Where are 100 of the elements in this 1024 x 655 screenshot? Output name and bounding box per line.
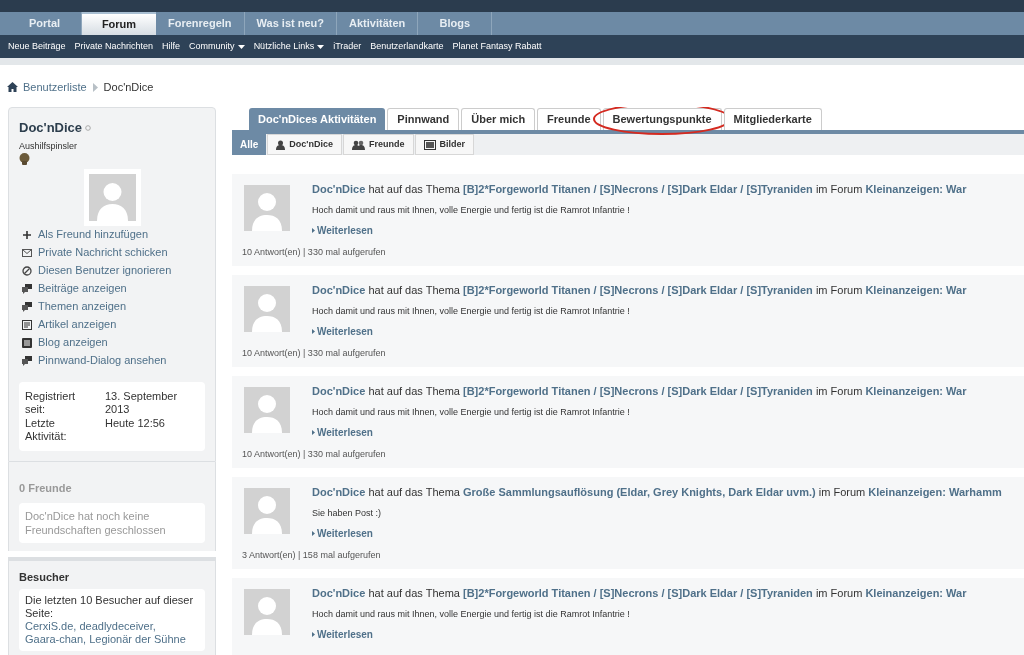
activity-snippet: Hoch damit und raus mit Ihnen, volle Energie und fertig ist die Ramrot Infantrie ! — [312, 405, 631, 419]
read-more-link[interactable]: Weiterlesen — [317, 324, 373, 339]
activity-text: hat auf das Thema — [367, 283, 461, 298]
activity-text: im Forum — [814, 182, 864, 197]
avatar — [244, 488, 290, 534]
action-link[interactable]: Diesen Benutzer ignorieren — [38, 262, 172, 279]
activity-text: im Forum — [814, 283, 864, 298]
activity-link[interactable]: Doc'nDice — [312, 383, 366, 400]
activity-text: hat auf das Thema — [367, 182, 461, 197]
info-label: Registriert seit: — [25, 390, 77, 416]
action-link[interactable]: Blog anzeigen — [38, 334, 108, 351]
activity-link[interactable]: Kleinanzeigen: War — [865, 383, 967, 400]
activity-snippet: Hoch damit und raus mit Ihnen, volle Energie und fertig ist die Ramrot Infantrie ! — [312, 304, 631, 318]
avatar — [88, 174, 136, 221]
list-icon — [22, 337, 32, 348]
visitor-links[interactable]: CerxiS.de, deadlydeceiver, — [25, 620, 199, 633]
action-link[interactable]: Pinnwand-Dialog ansehen — [38, 352, 167, 369]
read-more-link[interactable]: Weiterlesen — [317, 425, 373, 440]
info-label: Letzte Aktivität: — [25, 417, 68, 443]
activity-text: im Forum — [814, 586, 864, 601]
filter-tab[interactable]: Doc'nDice — [267, 134, 342, 155]
read-more-link[interactable]: Weiterlesen — [317, 627, 373, 642]
activity-link[interactable]: [B]2*Forgeworld Titanen / [S]Necrons / [S]Dark Eldar / [S]Tyraniden — [463, 181, 813, 198]
image-icon — [423, 139, 436, 150]
activity-link[interactable]: Doc'nDice — [312, 181, 366, 198]
info-value: Heute 12:56 — [105, 417, 166, 431]
activity-link[interactable]: Kleinanzeigen: War — [865, 282, 967, 299]
profile-tab[interactable]: Über mich — [461, 108, 536, 130]
nav-link[interactable]: Hilfe — [162, 39, 181, 54]
plus-icon — [22, 229, 32, 240]
nav-link[interactable]: Planet Fantasy Rabatt — [452, 39, 542, 54]
profile-tab[interactable]: Bewertungspunkte — [602, 108, 722, 130]
nav-tab[interactable]: Forum — [82, 12, 156, 35]
profile-tab[interactable]: Doc'nDices Aktivitäten — [249, 108, 386, 130]
caret-icon — [317, 44, 325, 49]
profile-tab[interactable]: Freunde — [537, 108, 601, 130]
action-link[interactable]: Artikel anzeigen — [38, 316, 117, 333]
activity-link[interactable]: Kleinanzeigen: War — [865, 181, 967, 198]
empty-message: Doc'nDice hat noch keine Freundschaften geschlossen — [25, 508, 167, 537]
avatar — [244, 387, 290, 433]
arrow-icon — [312, 228, 315, 233]
activity-text: hat auf das Thema — [367, 384, 461, 399]
nav-menu[interactable]: Community — [189, 39, 245, 54]
activity-link[interactable]: [B]2*Forgeworld Titanen / [S]Necrons / [S]Dark Eldar / [S]Tyraniden — [463, 585, 813, 602]
speech-bubbles-icon — [22, 283, 32, 294]
activity-link[interactable]: Große Sammlungsauflösung (Eldar, Grey Knights, Dark Eldar uvm.) — [463, 484, 816, 501]
avatar — [244, 589, 290, 635]
activity-link[interactable]: Kleinanzeigen: Warhamm — [868, 484, 1002, 501]
activity-link[interactable]: Kleinanzeigen: War — [865, 585, 967, 602]
filter-tab[interactable]: Alle — [232, 134, 267, 155]
username: Doc'nDice — [19, 119, 83, 137]
info-value: 13. September 2013 — [105, 390, 179, 416]
action-link[interactable]: Als Freund hinzufügen — [38, 226, 149, 243]
activity-link[interactable]: Doc'nDice — [312, 282, 366, 299]
visitors-text: Die letzten 10 Besucher auf dieser Seite: — [25, 594, 195, 620]
activity-link[interactable]: Doc'nDice — [312, 585, 366, 602]
separator-icon — [91, 82, 99, 92]
activity-link[interactable]: [B]2*Forgeworld Titanen / [S]Necrons / [S]Dark Eldar / [S]Tyraniden — [463, 383, 813, 400]
visitor-links[interactable]: Gaara-chan, Legionär der Sühne — [25, 633, 199, 646]
activity-text: im Forum — [814, 384, 864, 399]
breadcrumb-link[interactable]: Benutzerliste — [23, 78, 87, 96]
block-icon — [22, 265, 32, 276]
document-icon — [22, 319, 32, 330]
breadcrumb-current: Doc'nDice — [103, 79, 154, 95]
activity-stats: 10 Antwort(en) | 330 mal aufgerufen — [242, 448, 387, 461]
speech-bubbles-icon — [22, 355, 32, 366]
arrow-icon — [312, 430, 315, 435]
filter-tab[interactable]: Bilder — [414, 134, 475, 155]
activity-link[interactable]: [B]2*Forgeworld Titanen / [S]Necrons / [S]Dark Eldar / [S]Tyraniden — [463, 282, 813, 299]
activity-snippet: Hoch damit und raus mit Ihnen, volle Energie und fertig ist die Ramrot Infantrie ! — [312, 607, 631, 621]
nav-link[interactable]: Benutzerlandkarte — [370, 39, 444, 54]
nav-link[interactable]: Private Nachrichten — [74, 39, 154, 54]
nav-link[interactable]: iTrader — [333, 39, 362, 54]
envelope-icon — [22, 247, 32, 258]
activity-snippet: Sie haben Post :) — [312, 506, 383, 520]
arrow-icon — [312, 329, 315, 334]
action-link[interactable]: Private Nachricht schicken — [38, 244, 168, 261]
caret-icon — [237, 44, 245, 49]
activity-text: hat auf das Thema — [367, 586, 461, 601]
profile-tab[interactable]: Pinnwand — [387, 108, 460, 130]
filter-tab[interactable]: Freunde — [343, 134, 414, 155]
users-icon — [352, 139, 365, 150]
rank-icon — [19, 153, 30, 165]
activity-stats: 10 Antwort(en) | 330 mal aufgerufen — [242, 246, 387, 259]
activity-stats: 3 Antwort(en) | 158 mal aufgerufen — [242, 549, 382, 562]
action-link[interactable]: Beiträge anzeigen — [38, 280, 127, 297]
activity-text: hat auf das Thema — [367, 485, 461, 500]
avatar — [244, 286, 290, 332]
nav-menu[interactable]: Nützliche Links — [253, 39, 325, 54]
action-link[interactable]: Themen anzeigen — [38, 298, 127, 315]
read-more-link[interactable]: Weiterlesen — [317, 223, 373, 238]
activity-stats: 10 Antwort(en) | 330 mal aufgerufen — [242, 347, 387, 360]
nav-link[interactable]: Neue Beiträge — [8, 39, 66, 54]
status-icon — [85, 124, 92, 131]
user-icon — [276, 139, 286, 150]
speech-bubbles-icon — [22, 301, 32, 312]
read-more-link[interactable]: Weiterlesen — [317, 526, 373, 541]
arrow-icon — [312, 531, 315, 536]
profile-tab[interactable]: Mitgliederkarte — [723, 108, 822, 130]
activity-link[interactable]: Doc'nDice — [312, 484, 366, 501]
